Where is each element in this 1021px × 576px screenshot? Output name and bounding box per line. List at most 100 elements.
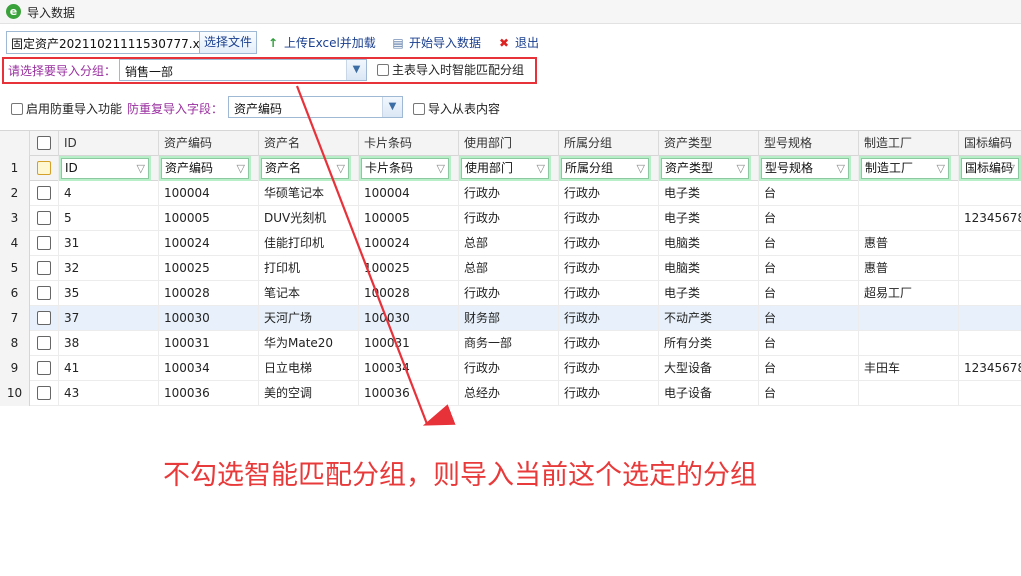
row-checkbox[interactable] [37, 386, 51, 400]
row-checkbox-cell[interactable] [30, 306, 59, 331]
row-checkbox[interactable] [37, 286, 51, 300]
column-filter-input[interactable]: 使用部门 ▽ [461, 158, 549, 179]
filter-funnel-icon[interactable]: ▽ [337, 159, 345, 178]
table-row[interactable]: 9 41 100034 日立电梯 100034 行政办 行政办 大型设备台丰田车 1234567… [0, 356, 1021, 381]
table-row[interactable]: 10 43 100036 美的空调 100036 总经办 行政办 电子设备台 [0, 381, 1021, 406]
column-header[interactable]: 国标编码 [959, 131, 1021, 156]
import-detail-checkbox[interactable] [413, 103, 425, 115]
column-header[interactable]: 使用部门 [459, 131, 559, 156]
filter-funnel-icon[interactable]: ▽ [637, 159, 645, 178]
import-detail-option[interactable]: 导入从表内容 [413, 100, 500, 117]
smart-match-checkbox[interactable] [377, 64, 389, 76]
filter-row-checkbox[interactable] [37, 161, 51, 175]
file-path-field[interactable]: 固定资产20211021111530777.xls 选择文件 [6, 31, 257, 54]
column-header[interactable]: ID [59, 131, 159, 156]
filter-cell[interactable]: 资产类型 ▽ [659, 156, 759, 181]
group-select[interactable]: 销售一部 ▼ [119, 59, 367, 81]
table-cell [959, 331, 1021, 356]
smart-match-option[interactable]: 主表导入时智能匹配分组 [377, 61, 524, 78]
row-checkbox[interactable] [37, 336, 51, 350]
filter-funnel-icon[interactable]: ▽ [1007, 159, 1015, 178]
chevron-down-icon[interactable]: ▼ [346, 60, 366, 80]
filter-cell[interactable]: 制造工厂 ▽ [859, 156, 959, 181]
exit-label: 退出 [515, 36, 540, 50]
table-cell: 行政办 [459, 206, 559, 231]
upload-excel-button[interactable]: ↑ 上传Excel并加载 [265, 34, 376, 52]
column-filter-input[interactable]: 资产类型 ▽ [661, 158, 749, 179]
filter-funnel-icon[interactable]: ▽ [837, 159, 845, 178]
row-checkbox[interactable] [37, 211, 51, 225]
row-checkbox[interactable] [37, 261, 51, 275]
column-filter-input[interactable]: 卡片条码 ▽ [361, 158, 449, 179]
table-cell: 12345678 [959, 206, 1021, 231]
dedup-option[interactable]: 启用防重导入功能 [11, 100, 122, 117]
start-import-button[interactable]: ▤ 开始导入数据 [390, 34, 481, 52]
filter-cell[interactable]: ID ▽ [59, 156, 159, 181]
filter-funnel-icon[interactable]: ▽ [737, 159, 745, 178]
table-cell: 31 [59, 231, 159, 256]
filter-funnel-icon[interactable]: ▽ [137, 159, 145, 178]
dedup-checkbox[interactable] [11, 103, 23, 115]
select-all-cell[interactable] [30, 131, 59, 156]
select-all-checkbox[interactable] [37, 136, 51, 150]
row-checkbox[interactable] [37, 311, 51, 325]
filter-cell[interactable]: 所属分组 ▽ [559, 156, 659, 181]
smart-match-label: 主表导入时智能匹配分组 [392, 63, 525, 77]
row-checkbox[interactable] [37, 361, 51, 375]
table-cell: 100024 [159, 231, 259, 256]
column-header[interactable]: 卡片条码 [359, 131, 459, 156]
column-header[interactable]: 制造工厂 [859, 131, 959, 156]
table-cell: 100028 [359, 281, 459, 306]
import-sheet-icon: ▤ [392, 36, 404, 50]
row-checkbox-cell[interactable] [30, 231, 59, 256]
table-cell: 台 [759, 206, 859, 231]
select-file-button[interactable]: 选择文件 [199, 32, 256, 53]
filter-row-checkbox-cell[interactable] [30, 156, 59, 181]
column-header[interactable]: 型号规格 [759, 131, 859, 156]
table-row[interactable]: 6 35 100028 笔记本 100028 行政办 行政办 电子类台超易工厂 [0, 281, 1021, 306]
row-checkbox-cell[interactable] [30, 206, 59, 231]
filter-cell[interactable]: 卡片条码 ▽ [359, 156, 459, 181]
filter-cell[interactable]: 国标编码 ▽ [959, 156, 1021, 181]
column-filter-input[interactable]: 资产名 ▽ [261, 158, 349, 179]
column-filter-input[interactable]: 制造工厂 ▽ [861, 158, 949, 179]
filter-cell[interactable]: 资产名 ▽ [259, 156, 359, 181]
table-row[interactable]: 8 38 100031 华为Mate20 100031 商务一部 行政办 所有分类台 [0, 331, 1021, 356]
column-filter-input[interactable]: ID ▽ [61, 158, 149, 179]
column-filter-input[interactable]: 型号规格 ▽ [761, 158, 849, 179]
filter-cell[interactable]: 型号规格 ▽ [759, 156, 859, 181]
table-cell: 37 [59, 306, 159, 331]
row-checkbox-cell[interactable] [30, 281, 59, 306]
table-cell: 台 [759, 281, 859, 306]
column-filter-input[interactable]: 资产编码 ▽ [161, 158, 249, 179]
table-row[interactable]: 3 5 100005 DUV光刻机 100005 行政办 行政办 电子类台 12345678 [0, 206, 1021, 231]
dedup-field-select[interactable]: 资产编码 ▼ [228, 96, 403, 118]
column-header[interactable]: 资产编码 [159, 131, 259, 156]
column-filter-input[interactable]: 国标编码 ▽ [961, 158, 1019, 179]
filter-funnel-icon[interactable]: ▽ [237, 159, 245, 178]
table-row[interactable]: 5 32 100025 打印机 100025 总部 行政办 电脑类台惠普 [0, 256, 1021, 281]
column-header[interactable]: 所属分组 [559, 131, 659, 156]
row-checkbox[interactable] [37, 236, 51, 250]
filter-cell[interactable]: 资产编码 ▽ [159, 156, 259, 181]
filter-cell[interactable]: 使用部门 ▽ [459, 156, 559, 181]
filter-funnel-icon[interactable]: ▽ [437, 159, 445, 178]
row-checkbox-cell[interactable] [30, 181, 59, 206]
row-checkbox-cell[interactable] [30, 381, 59, 406]
table-row[interactable]: 2 4 100004 华硕笔记本 100004 行政办 行政办 电子类台 [0, 181, 1021, 206]
filter-funnel-icon[interactable]: ▽ [937, 159, 945, 178]
chevron-down-icon[interactable]: ▼ [382, 97, 402, 117]
row-checkbox-cell[interactable] [30, 331, 59, 356]
row-checkbox-cell[interactable] [30, 256, 59, 281]
table-row[interactable]: 4 31 100024 佳能打印机 100024 总部 行政办 电脑类台惠普 [0, 231, 1021, 256]
table-cell: 100024 [359, 231, 459, 256]
row-checkbox-cell[interactable] [30, 356, 59, 381]
column-filter-input[interactable]: 所属分组 ▽ [561, 158, 649, 179]
column-header[interactable]: 资产名 [259, 131, 359, 156]
row-checkbox[interactable] [37, 186, 51, 200]
exit-button[interactable]: ✖ 退出 [496, 34, 539, 52]
table-cell: 电子类 [659, 206, 759, 231]
column-header[interactable]: 资产类型 [659, 131, 759, 156]
filter-funnel-icon[interactable]: ▽ [537, 159, 545, 178]
table-row[interactable]: 7 37 100030 天河广场 100030 财务部 行政办 不动产类台 [0, 306, 1021, 331]
